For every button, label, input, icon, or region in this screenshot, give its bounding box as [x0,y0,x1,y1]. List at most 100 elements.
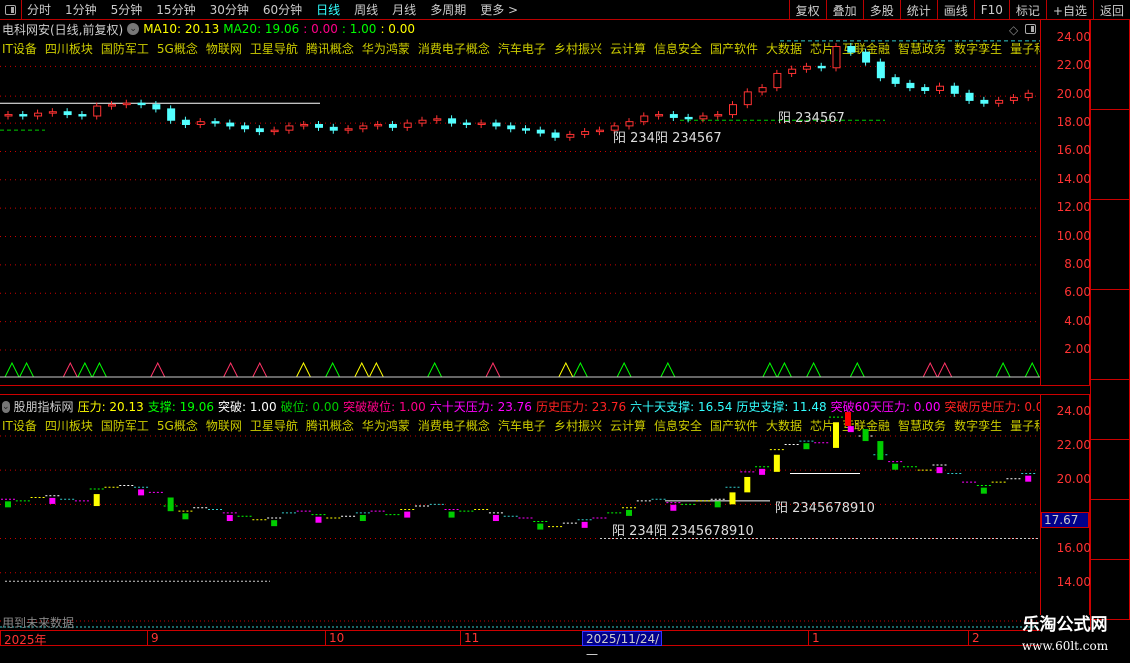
candle-body [34,112,43,117]
candle-body [936,85,944,91]
candle-body [551,132,560,138]
candle-body [581,131,590,135]
toolbar-button-4[interactable]: 画线 [936,0,974,20]
signal-triangle [251,361,268,378]
candle-body [729,104,737,116]
date-label: 11 [460,631,479,646]
candle-body [669,114,678,118]
sidebar-tab[interactable] [1091,500,1130,560]
period-tabs: 分时 1分钟 5分钟 15分钟 30分钟 60分钟 日线 周线 月线 多周期 更多 > [22,1,523,18]
tab-period-3[interactable]: 15分钟 [151,1,200,18]
candle-body [980,99,989,104]
layout-toggle-button[interactable] [0,0,22,20]
candle-body [714,114,723,117]
candle-body [802,65,811,70]
panel-divider[interactable] [0,385,1090,395]
candle-body [610,125,619,131]
toolbar-button-1[interactable]: 叠加 [825,0,863,20]
candle-body [108,104,116,107]
candle-body [876,61,885,79]
sidebar-tab[interactable] [1091,20,1130,110]
price-tick: 18.00 [1056,115,1091,130]
sidebar-tab[interactable] [1091,440,1130,500]
indicator-tick: 22.00 [1056,438,1091,453]
current-price-badge: 17.67 [1041,512,1089,529]
candle-body [758,87,767,93]
toolbar-buttons: 复权 叠加 多股 统计 画线 F10 标记 +自选 返回 [788,0,1130,20]
signal-triangle [62,361,79,378]
right-sidebar[interactable] [1090,20,1130,630]
signal-triangle [762,361,778,378]
level-marker [182,513,189,520]
tab-period-2[interactable]: 5分钟 [106,1,148,18]
price-tick: 8.00 [1064,256,1091,271]
level-marker [315,516,322,523]
candle-body [196,121,205,125]
candle-body [418,119,427,124]
tab-period-9[interactable]: 多周期 [425,1,471,18]
signal-triangle [660,361,676,378]
price-tick: 12.00 [1056,200,1091,215]
candle-body [78,114,87,117]
candle-body [743,91,752,106]
breakout-bar [744,476,751,493]
level-marker [448,511,455,518]
candle-body [433,118,442,121]
level-marker [271,520,278,527]
sidebar-tab[interactable] [1091,200,1130,290]
candlestick-chart[interactable]: 阳 234567阳 234阳 234567阳 [0,20,1040,385]
candle-body [19,114,28,117]
candle-body [536,129,545,134]
tab-period-6[interactable]: 日线 [311,1,345,18]
signal-triangle [936,361,953,378]
toolbar-button-7[interactable]: +自选 [1045,0,1093,20]
date-label: 1 [808,631,820,646]
signal-triangle [222,361,239,378]
candle-body [862,51,871,63]
price-tick: 24.00 [1056,30,1091,44]
toolbar-button-6[interactable]: 标记 [1008,0,1046,20]
breakout-bar [167,497,174,512]
candle-body [595,129,604,133]
toolbar-button-2[interactable]: 多股 [862,0,900,20]
candle-body [684,116,693,120]
tab-period-10[interactable]: 更多 > [475,1,523,18]
tab-period-7[interactable]: 周线 [349,1,383,18]
candle-body [270,129,279,133]
indicator-chart[interactable]: 阳 2345678910阳 234阳 2345678910阳 [0,395,1040,630]
level-marker [626,509,632,516]
tab-period-0[interactable]: 分时 [22,1,56,18]
price-tick: 10.00 [1056,228,1091,243]
candle-body [832,46,841,69]
toolbar-button-3[interactable]: 统计 [899,0,937,20]
toolbar-button-8[interactable]: 返回 [1092,0,1130,20]
sidebar-tab[interactable] [1091,380,1130,440]
toolbar-button-5[interactable]: F10 [973,0,1009,20]
tab-period-1[interactable]: 1分钟 [60,1,102,18]
tab-period-8[interactable]: 月线 [387,1,421,18]
level-marker [226,515,233,522]
date-label: 2 [968,631,980,646]
tab-period-5[interactable]: 60分钟 [258,1,307,18]
candle-body [329,126,338,131]
price-tick: 4.00 [1064,313,1091,328]
candle-body [477,122,486,125]
candle-body [315,123,323,128]
signal-triangle [1024,361,1040,378]
pattern-label: 阳 234567 [778,111,845,126]
candle-body [359,125,368,130]
candle-body [388,123,397,128]
breakout-bar [877,441,884,460]
signal-triangle [426,361,443,378]
date-axis[interactable]: 2025年 9 10 11 2025/11/24/一 1 2 [0,630,1040,662]
date-label: 10 [325,631,344,646]
date-label: 2025年 [0,631,47,647]
toolbar-button-0[interactable]: 复权 [788,0,826,20]
level-marker [1025,475,1032,482]
sidebar-tab[interactable] [1091,290,1130,380]
price-axis: 24.00 22.00 20.00 18.00 16.00 14.00 12.00 10.00… [1040,20,1091,385]
level-marker [847,426,854,433]
sidebar-tab[interactable] [1091,110,1130,200]
level-marker [803,443,810,450]
tab-period-4[interactable]: 30分钟 [205,1,254,18]
